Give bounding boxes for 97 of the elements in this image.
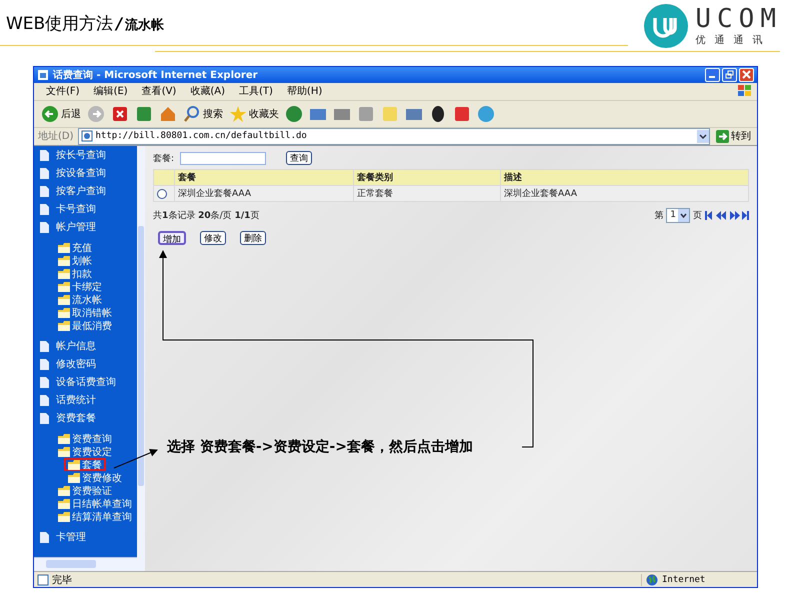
sidebar-subitem[interactable]: 资费设定 xyxy=(54,445,116,458)
stop-icon xyxy=(111,104,129,123)
folder-icon xyxy=(58,256,70,266)
column-header: 套餐类别 xyxy=(354,170,500,186)
logo-subtitle: 优通通讯 xyxy=(695,34,772,47)
sidebar-subitem[interactable]: 取消错帐 xyxy=(54,306,116,320)
sidebar-subitem[interactable]: 资费验证 xyxy=(54,484,116,498)
menu-item[interactable]: 编辑(E) xyxy=(94,84,128,98)
go-button[interactable]: 转到 xyxy=(714,129,753,144)
instruction-text: 选择 资费套餐->资费设定->套餐，然后点击增加 xyxy=(167,438,473,456)
restore-button[interactable] xyxy=(722,68,737,82)
sidebar-item[interactable]: 按客户查询 xyxy=(34,182,137,200)
sidebar-subitem[interactable]: 最低消费 xyxy=(54,319,116,332)
window-title: 话费查询 - Microsoft Internet Explorer xyxy=(53,68,258,82)
status-text: 完毕 xyxy=(52,574,72,587)
pagination-arrows-icon[interactable] xyxy=(705,210,749,220)
sidebar-subitem[interactable]: 套餐 xyxy=(64,458,106,472)
column-header: 套餐 xyxy=(174,170,354,186)
horizontal-scrollbar[interactable] xyxy=(34,557,137,572)
minimize-button[interactable] xyxy=(705,68,720,82)
page-label: 第 xyxy=(654,210,664,222)
sidebar-subitem[interactable]: 流水帐 xyxy=(54,293,106,306)
field-label: 套餐: xyxy=(153,152,174,165)
sidebar-item[interactable]: 按设备查询 xyxy=(34,164,137,182)
search-icon xyxy=(183,104,201,123)
menu-item[interactable]: 收藏(A) xyxy=(190,84,225,98)
close-icon xyxy=(742,70,751,80)
sidebar-subitem[interactable]: 结算清单查询 xyxy=(54,510,136,524)
sidebar-subitem[interactable]: 资费查询 xyxy=(54,432,116,446)
table-cell: 深圳企业套餐AAA xyxy=(500,186,748,202)
action-button[interactable]: 删除 xyxy=(240,231,266,246)
arrow-icon xyxy=(716,130,729,143)
sidebar-item[interactable]: 按长号查询 xyxy=(34,146,137,164)
folder-icon xyxy=(58,512,70,522)
restore-icon xyxy=(725,70,734,80)
folder-icon xyxy=(58,268,70,279)
address-field[interactable]: http://bill.80801.com.cn/defaultbill.do xyxy=(78,128,710,145)
logo-icon xyxy=(643,3,690,49)
page-icon xyxy=(37,68,49,81)
sidebar-item[interactable]: 帐户管理 xyxy=(34,218,137,236)
folder-icon xyxy=(58,320,70,331)
vertical-scrollbar[interactable] xyxy=(137,146,145,572)
sidebar-item[interactable]: 帐户信息 xyxy=(34,337,137,356)
sidebar-item[interactable]: 修改密码 xyxy=(34,355,137,374)
search-field[interactable] xyxy=(180,152,266,165)
sidebar-subitem[interactable]: 卡绑定 xyxy=(54,280,106,294)
folder-icon xyxy=(68,472,80,483)
sidebar-item[interactable]: 卡号查询 xyxy=(34,200,137,218)
globe-icon xyxy=(646,574,658,586)
table-cell: 深圳企业套餐AAA xyxy=(174,186,354,202)
folder-icon xyxy=(58,446,70,457)
star-icon xyxy=(229,104,247,123)
menu-item[interactable]: 文件(F) xyxy=(46,84,80,98)
sidebar-subitem[interactable]: 资费修改 xyxy=(64,471,126,484)
zone-text: Internet xyxy=(662,574,706,585)
sidebar-item[interactable]: 卡管理 xyxy=(34,528,137,546)
address-label: 地址(D) xyxy=(38,130,74,144)
toolbar-button[interactable]: 搜索 xyxy=(182,104,224,124)
page-icon xyxy=(37,574,49,586)
callout-arrow xyxy=(114,449,158,468)
sidebar-subitem[interactable]: 扣款 xyxy=(54,267,96,280)
menu-item[interactable]: 帮助(H) xyxy=(286,84,322,98)
toolbar-button[interactable]: 后退 xyxy=(40,104,82,124)
action-button[interactable]: 修改 xyxy=(200,231,226,246)
page-label: 页 xyxy=(693,210,702,222)
windows-flag-icon xyxy=(737,84,753,98)
folder-icon xyxy=(58,282,70,292)
sidebar-item[interactable]: 资费套餐 xyxy=(34,409,137,428)
sidebar-subitem[interactable]: 充值 xyxy=(54,241,96,254)
query-button[interactable]: 查询 xyxy=(286,151,312,166)
title-separator: / xyxy=(116,14,122,33)
action-button[interactable]: 增加 xyxy=(158,231,186,246)
folder-icon xyxy=(58,308,70,318)
home-icon xyxy=(159,104,177,123)
folder-icon xyxy=(58,294,70,305)
folder-icon xyxy=(58,486,70,496)
sidebar-item[interactable]: 话费统计 xyxy=(34,391,137,410)
folder-icon xyxy=(58,242,70,253)
table-cell: 正常套餐 xyxy=(354,186,500,202)
page-icon xyxy=(80,130,93,142)
slide-title: WEB使用方法 xyxy=(6,13,114,35)
logo-text: UCOM xyxy=(695,5,782,33)
column-header: 描述 xyxy=(500,170,748,186)
record-summary: 共1条记录 20条/页 1/1页 xyxy=(153,210,260,222)
sidebar-subitem[interactable]: 日结帐单查询 xyxy=(54,497,136,510)
radio-button[interactable] xyxy=(157,188,167,199)
sidebar-item[interactable]: 设备话费查询 xyxy=(34,373,137,392)
sidebar-subitem[interactable]: 划帐 xyxy=(54,254,96,268)
close-button[interactable] xyxy=(739,68,754,82)
slide-subtitle: 流水帐 xyxy=(125,16,164,34)
menu-item[interactable]: 工具(T) xyxy=(239,84,273,98)
page-dropdown[interactable]: 1 xyxy=(666,208,690,223)
menu-item[interactable]: 查看(V) xyxy=(142,84,176,98)
folder-icon xyxy=(58,434,70,444)
toolbar-button[interactable]: 收藏夹 xyxy=(228,104,280,124)
folder-icon xyxy=(68,460,80,470)
folder-icon xyxy=(58,498,70,509)
